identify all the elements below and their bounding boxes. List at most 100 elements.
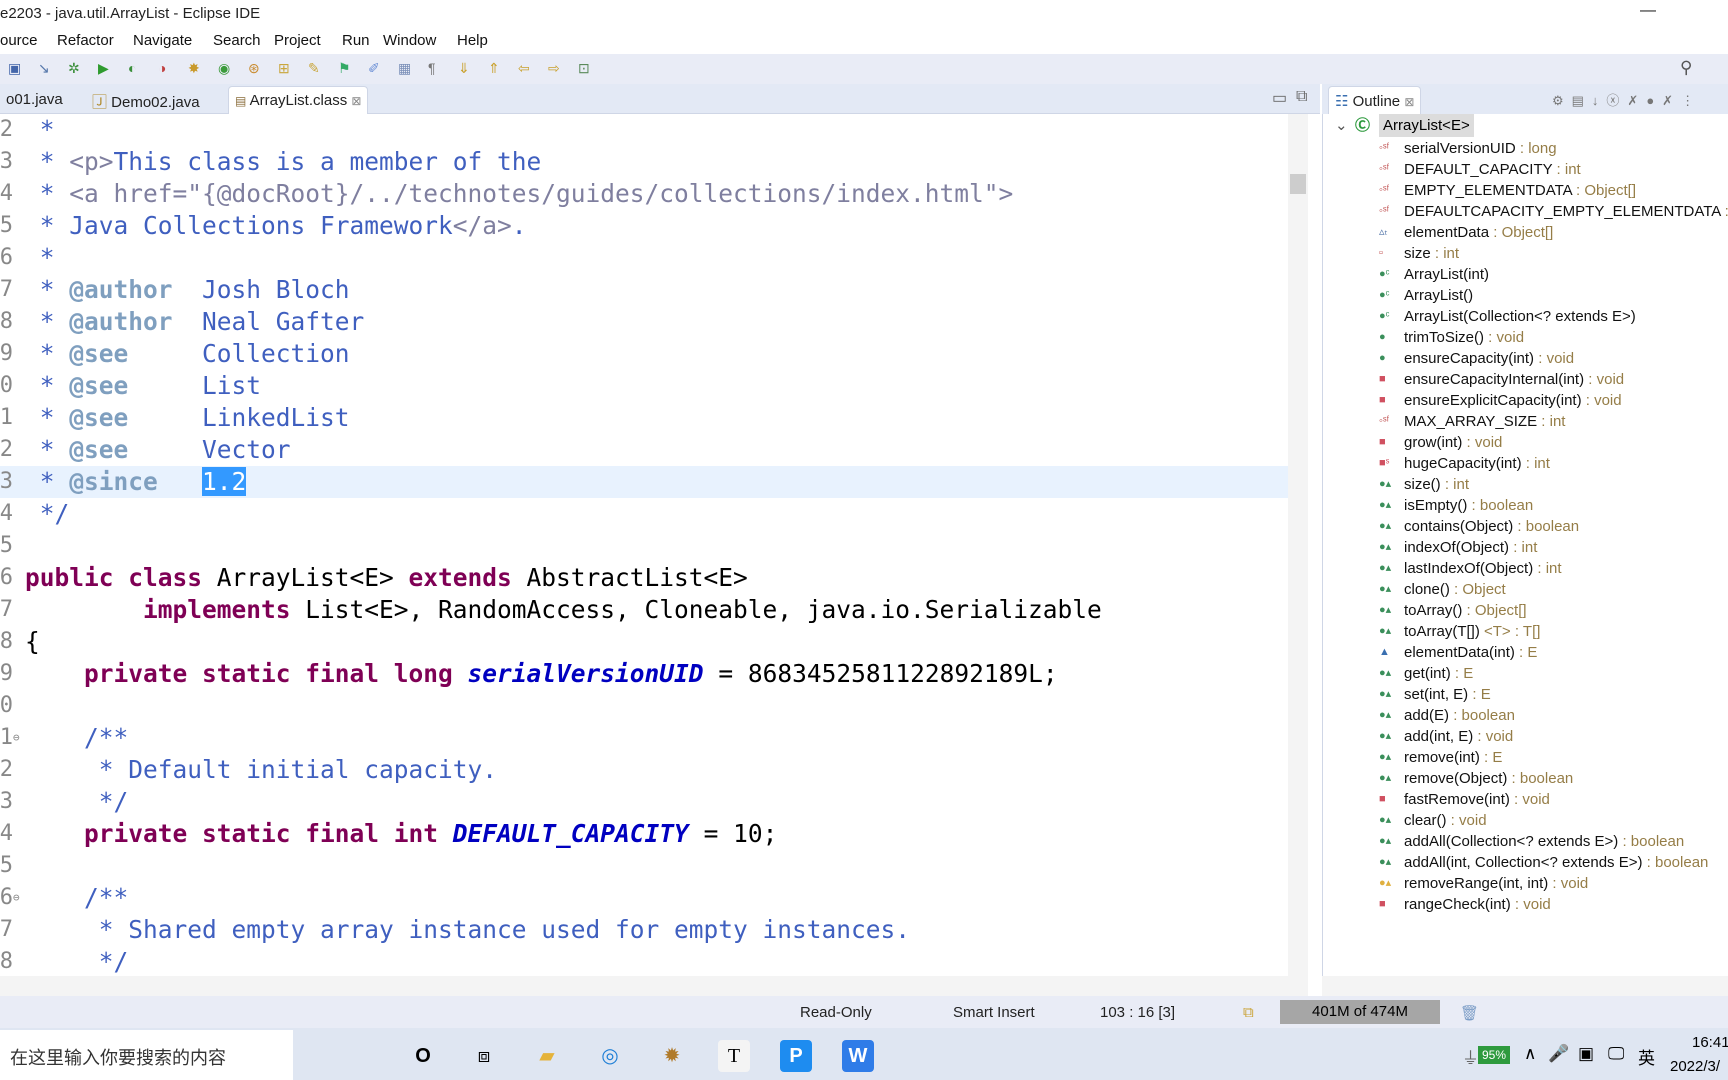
tab-outline[interactable]: ☷ Outline ⊠ bbox=[1328, 86, 1422, 114]
save-icon[interactable]: ▣ bbox=[8, 60, 21, 77]
code-line[interactable]: 5 bbox=[0, 530, 1288, 562]
code-line[interactable]: 0 bbox=[0, 690, 1288, 722]
outline-item[interactable]: ▵ₜ elementData : Object[] bbox=[1323, 221, 1728, 244]
outline-view-toolbar-icons[interactable]: ⚙▤↓ⓧ✗●✗⋮ bbox=[1552, 90, 1702, 109]
display-icon[interactable]: 🖵 bbox=[1608, 1044, 1624, 1064]
menu-source[interactable]: ource bbox=[0, 32, 38, 49]
typora-icon[interactable]: T bbox=[718, 1040, 750, 1072]
code-line[interactable]: 7 * @author Josh Bloch bbox=[0, 274, 1288, 306]
new-java-project-icon[interactable]: ✸ bbox=[188, 60, 200, 77]
heap-status[interactable]: 401M of 474M bbox=[1280, 1000, 1440, 1024]
code-line[interactable]: 7 * Shared empty array instance used for… bbox=[0, 914, 1288, 946]
outline-item[interactable]: ■ rangeCheck(int) : void bbox=[1323, 893, 1728, 916]
code-line[interactable]: 5 bbox=[0, 850, 1288, 882]
outline-item[interactable]: ●▴ remove(Object) : boolean bbox=[1323, 767, 1728, 790]
outline-item[interactable]: ◦ˢᶠ DEFAULT_CAPACITY : int bbox=[1323, 158, 1728, 181]
outline-item[interactable]: ●ᶜ ArrayList() bbox=[1323, 284, 1728, 307]
taskbar-search-input[interactable]: 在这里输入你要搜索的内容 bbox=[0, 1030, 293, 1080]
scrollbar-thumb[interactable] bbox=[1290, 174, 1306, 194]
eclipse-app-icon[interactable]: ✹ bbox=[656, 1040, 688, 1072]
minimize-button[interactable]: — bbox=[1640, 2, 1656, 20]
new-class-icon[interactable]: ◉ bbox=[218, 60, 230, 77]
outline-item[interactable]: ●▴ clear() : void bbox=[1323, 809, 1728, 832]
file-explorer-icon[interactable]: ▰ bbox=[531, 1040, 563, 1072]
code-line[interactable]: 5 * Java Collections Framework</a>. bbox=[0, 210, 1288, 242]
block-selection-icon[interactable]: ▦ bbox=[398, 60, 411, 77]
outline-horizontal-scrollbar[interactable] bbox=[1322, 976, 1728, 996]
code-line[interactable]: 2 * @see Vector bbox=[0, 434, 1288, 466]
fold-toggle-icon[interactable]: ⊖ bbox=[13, 722, 20, 754]
toggle-breadcrumb-icon[interactable]: ⚑ bbox=[338, 60, 351, 77]
outline-item[interactable]: ●▴ addAll(int, Collection<? extends E>) :… bbox=[1323, 851, 1728, 874]
code-line[interactable]: 2 * Default initial capacity. bbox=[0, 754, 1288, 786]
previous-annotation-icon[interactable]: ⇑ bbox=[488, 60, 500, 77]
horizontal-scrollbar[interactable] bbox=[0, 976, 1308, 996]
code-line[interactable]: 3 */ bbox=[0, 786, 1288, 818]
code-line[interactable]: 6 public class ArrayList<E> extends Abstr… bbox=[0, 562, 1288, 594]
code-line[interactable]: 4 */ bbox=[0, 498, 1288, 530]
outline-item[interactable]: ●▴ addAll(Collection<? extends E>) : bool… bbox=[1323, 830, 1728, 853]
p-app-icon[interactable]: P bbox=[780, 1040, 812, 1072]
network-icon[interactable]: ▣ bbox=[1578, 1044, 1594, 1064]
outline-item[interactable]: ●▴ get(int) : E bbox=[1323, 662, 1728, 685]
clock-date[interactable]: 2022/3/ bbox=[1670, 1058, 1720, 1075]
sync-icon[interactable]: ⧉ bbox=[1243, 1004, 1254, 1021]
code-line[interactable]: 3 * @since 1.2 bbox=[0, 466, 1288, 498]
outline-item[interactable]: ●▴ toArray() : Object[] bbox=[1323, 599, 1728, 622]
menu-refactor[interactable]: Refactor bbox=[57, 32, 114, 49]
code-line[interactable]: 1 ⊖ /** bbox=[0, 722, 1288, 754]
menu-navigate[interactable]: Navigate bbox=[133, 32, 192, 49]
code-line[interactable]: 8{ bbox=[0, 626, 1288, 658]
outline-item[interactable]: ●▴ add(int, E) : void bbox=[1323, 725, 1728, 748]
search-icon[interactable]: ⚲ bbox=[1680, 58, 1692, 78]
outline-item[interactable]: ●▴ clone() : Object bbox=[1323, 578, 1728, 601]
show-hidden-icons[interactable]: ∧ bbox=[1524, 1044, 1536, 1064]
ime-indicator[interactable]: 英 bbox=[1638, 1044, 1655, 1069]
outline-item[interactable]: ▫ size : int bbox=[1323, 242, 1728, 265]
skip-breakpoints-icon[interactable]: ↘ bbox=[38, 60, 50, 77]
menu-search[interactable]: Search bbox=[213, 32, 261, 49]
menu-help[interactable]: Help bbox=[457, 32, 488, 49]
outline-item[interactable]: ■ fastRemove(int) : void bbox=[1323, 788, 1728, 811]
code-line[interactable]: 2 * bbox=[0, 114, 1288, 146]
task-view-icon[interactable]: ⧈ bbox=[468, 1040, 500, 1072]
show-whitespace-icon[interactable]: ¶ bbox=[428, 60, 436, 76]
mark-occurrences-icon[interactable]: ✐ bbox=[368, 60, 380, 77]
code-line[interactable]: 9 * @see Collection bbox=[0, 338, 1288, 370]
code-line[interactable]: 4 * <a href="{@docRoot}/../technotes/gui… bbox=[0, 178, 1288, 210]
outline-item[interactable]: ●▴ size() : int bbox=[1323, 473, 1728, 496]
tab-demo02[interactable]: 🄹 Demo02.java bbox=[86, 86, 206, 114]
forward-icon[interactable]: ⇨ bbox=[548, 60, 560, 77]
outline-item[interactable]: ●▴ removeRange(int, int) : void bbox=[1323, 872, 1728, 895]
outline-item[interactable]: ●▴ indexOf(Object) : int bbox=[1323, 536, 1728, 559]
menu-run[interactable]: Run bbox=[342, 32, 370, 49]
code-editor[interactable]: 2 * 3 * <p>This class is a member of the 4… bbox=[0, 114, 1288, 976]
code-line[interactable]: 3 * <p>This class is a member of the bbox=[0, 146, 1288, 178]
outline-item[interactable]: ●▴ isEmpty() : boolean bbox=[1323, 494, 1728, 517]
minimize-editor-icon[interactable]: ▭ bbox=[1272, 88, 1287, 108]
code-line[interactable]: 8 * @author Neal Gafter bbox=[0, 306, 1288, 338]
browser-icon[interactable]: ◎ bbox=[594, 1040, 626, 1072]
run-icon[interactable]: ▶ bbox=[98, 60, 109, 77]
search-icon[interactable]: ✎ bbox=[308, 60, 320, 77]
vertical-scrollbar[interactable] bbox=[1288, 114, 1308, 976]
outline-item[interactable]: ■ˢ hugeCapacity(int) : int bbox=[1323, 452, 1728, 475]
open-resource-icon[interactable]: ⊞ bbox=[278, 60, 290, 77]
outline-item[interactable]: ■ ensureExplicitCapacity(int) : void bbox=[1323, 389, 1728, 412]
outline-item[interactable]: ◦ˢᶠ serialVersionUID : long bbox=[1323, 137, 1728, 160]
tab-arraylist-class[interactable]: ▤ ArrayList.class ⊠ bbox=[228, 86, 369, 114]
debug-icon[interactable]: ✲ bbox=[68, 60, 80, 77]
maximize-editor-icon[interactable]: ⧉ bbox=[1296, 88, 1307, 106]
wps-icon[interactable]: W bbox=[842, 1040, 874, 1072]
outline-item[interactable]: ●▴ remove(int) : E bbox=[1323, 746, 1728, 769]
outline-item[interactable]: ■ grow(int) : void bbox=[1323, 431, 1728, 454]
outline-item[interactable]: ◦ˢᶠ EMPTY_ELEMENTDATA : Object[] bbox=[1323, 179, 1728, 202]
outline-item[interactable]: ◦ˢᶠ MAX_ARRAY_SIZE : int bbox=[1323, 410, 1728, 433]
open-type-icon[interactable]: ⊛ bbox=[248, 60, 260, 77]
outline-item[interactable]: ●ᶜ ArrayList(int) bbox=[1323, 263, 1728, 286]
outline-item[interactable]: ●▴ add(E) : boolean bbox=[1323, 704, 1728, 727]
code-line[interactable]: 8 */ bbox=[0, 946, 1288, 976]
close-tab-icon[interactable]: ⊠ bbox=[351, 94, 361, 108]
outline-item[interactable]: ●▴ lastIndexOf(Object) : int bbox=[1323, 557, 1728, 580]
outline-item[interactable]: ● trimToSize() : void bbox=[1323, 326, 1728, 349]
